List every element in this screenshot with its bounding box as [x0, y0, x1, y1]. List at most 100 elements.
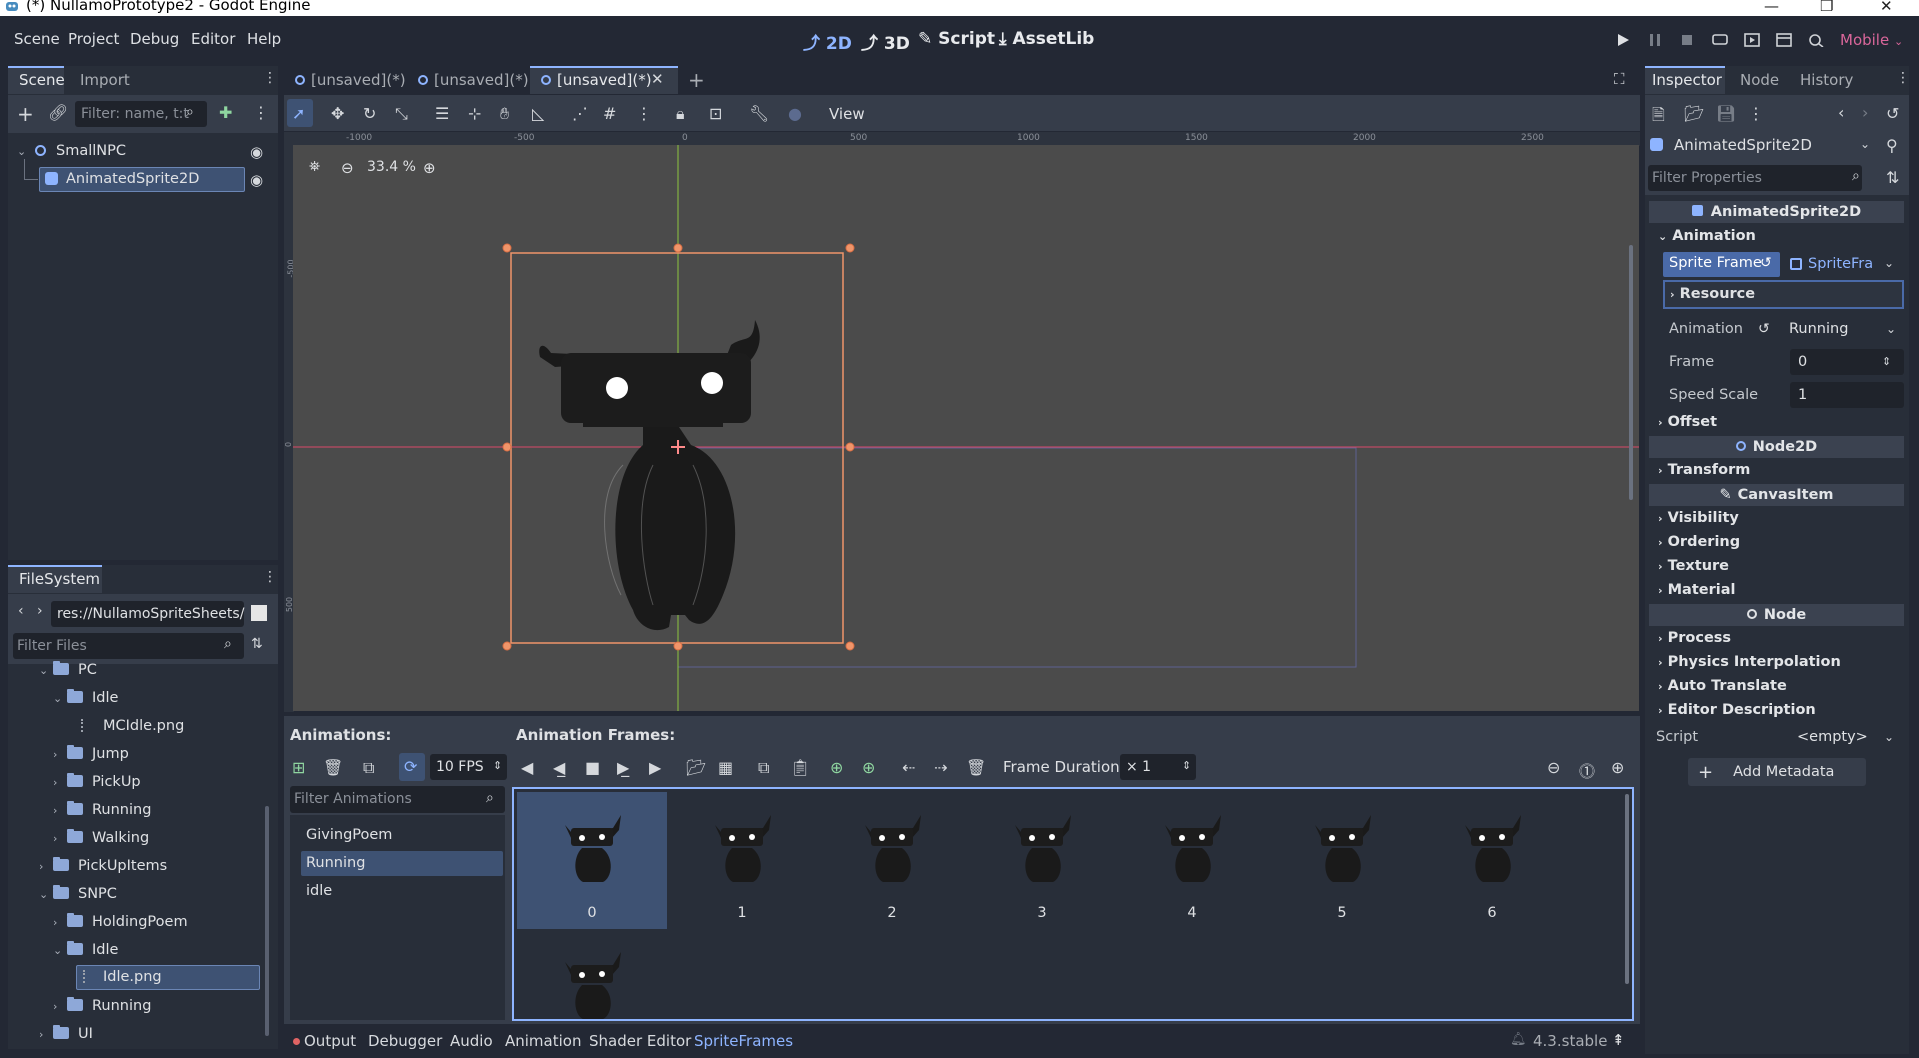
link-icon[interactable]: 🔗︎ [48, 103, 68, 122]
movie-maker-icon[interactable] [1808, 33, 1824, 47]
visibility-eye-icon[interactable]: ◉ [250, 171, 263, 189]
history-back-icon[interactable]: ‹ [1838, 103, 1844, 122]
collapse-arrow-icon[interactable]: ⌄ [39, 888, 53, 901]
play-scene-icon[interactable] [1744, 33, 1760, 47]
expand-arrow-icon[interactable]: › [53, 804, 67, 817]
stop-animation-icon[interactable]: ■ [585, 758, 600, 777]
menu-editor[interactable]: Editor [191, 30, 235, 48]
category-material[interactable]: › Material [1658, 582, 1735, 598]
view-menu[interactable]: View [829, 105, 865, 123]
scale-tool-icon[interactable]: ⤡ [395, 104, 408, 124]
spin-arrows-icon[interactable]: ⇕ [1182, 759, 1191, 772]
camera-override-icon[interactable]: ● [788, 104, 802, 123]
editor-tab-3[interactable]: [unsaved](*) [541, 71, 652, 89]
category-animation[interactable]: ⌄ Animation [1658, 228, 1756, 244]
pivot-tool-icon[interactable]: ⊹ [468, 104, 481, 123]
ruler-tool-icon[interactable]: ◺ [532, 104, 544, 123]
fs-folder-pc[interactable]: ⌄ PC [39, 661, 97, 678]
animation-value[interactable]: Running [1789, 321, 1848, 337]
add-metadata-button[interactable]: + Add Metadata [1688, 758, 1866, 786]
canvas-viewport[interactable]: ⛯ ⊖ 33.4 % ⊕ [293, 145, 1639, 711]
expand-bottom-panel-icon[interactable]: ⇞ [1612, 1031, 1625, 1049]
add-node-icon[interactable]: + [17, 102, 34, 126]
inspector-filter-input[interactable]: Filter Properties [1648, 165, 1862, 191]
collapse-arrow-icon[interactable]: ⌄ [39, 664, 53, 677]
fs-folder-holdingpoem[interactable]: › HoldingPoem [53, 913, 188, 930]
canvas-scene[interactable] [293, 145, 1639, 711]
fs-folder-jump[interactable]: › Jump [53, 745, 129, 762]
menu-scene[interactable]: Scene [14, 30, 60, 48]
dock-menu-icon[interactable]: ⋮ [263, 70, 277, 86]
animation-item-givingpoem[interactable]: GivingPoem [306, 827, 392, 843]
lock-icon[interactable]: 🔒︎ [676, 104, 685, 124]
close-tab-icon[interactable]: ✕ [651, 70, 664, 88]
renderer-select[interactable]: Mobile ⌄ [1840, 31, 1903, 49]
frame-cell-3[interactable]: 3 [967, 792, 1117, 929]
play-icon[interactable] [1616, 33, 1630, 47]
category-process[interactable]: › Process [1658, 630, 1731, 646]
chevron-down-icon[interactable]: ⌄ [1860, 137, 1870, 151]
tab-node[interactable]: Node [1740, 71, 1779, 89]
collapse-arrow-icon[interactable]: ⌄ [17, 145, 31, 158]
skeleton-icon[interactable]: 🔧︎ [749, 104, 769, 123]
animation-filter-input[interactable]: Filter Animations [290, 786, 505, 813]
forward-icon[interactable]: › [37, 603, 43, 619]
play-custom-scene-icon[interactable] [1776, 33, 1792, 47]
loop-icon[interactable]: ⟳ [404, 757, 417, 776]
fs-file-idle-png[interactable]: Idle.png [76, 965, 260, 990]
category-visibility[interactable]: › Visibility [1658, 510, 1739, 526]
delete-animation-icon[interactable]: 🗑︎ [323, 758, 343, 777]
add-animation-icon[interactable]: ⊞ [292, 758, 305, 777]
category-physics-interpolation[interactable]: › Physics Interpolation [1658, 654, 1841, 670]
dock-menu-icon[interactable]: ⋮ [263, 569, 277, 585]
select-tool-icon[interactable]: ➚ [292, 104, 305, 123]
category-ordering[interactable]: › Ordering [1658, 534, 1740, 550]
distraction-free-icon[interactable]: ⛶ [1614, 70, 1625, 88]
load-frame-icon[interactable]: 📂︎ [686, 758, 706, 777]
center-view-icon[interactable]: ⛯ [309, 159, 320, 175]
sprite-frames-value[interactable]: SpriteFra [1808, 256, 1873, 272]
chevron-down-icon[interactable]: ⌄ [1884, 730, 1894, 744]
frames-grid[interactable]: 0 1 2 3 4 5 6 [512, 787, 1634, 1021]
category-auto-translate[interactable]: › Auto Translate [1658, 678, 1787, 694]
frame-cell-6[interactable]: 6 [1417, 792, 1567, 929]
editor-tab-2[interactable]: [unsaved](*) [418, 71, 529, 89]
inspected-node-type[interactable]: AnimatedSprite2D [1674, 136, 1812, 154]
resource-expander[interactable]: › Resource [1670, 286, 1755, 302]
zoom-in-icon[interactable]: ⊕ [423, 159, 436, 177]
chevron-down-icon[interactable]: ⌄ [1884, 256, 1894, 270]
viewport-scrollbar[interactable] [1629, 245, 1633, 500]
snap-options-icon[interactable]: ⋮ [636, 104, 652, 123]
bottom-tab-animation[interactable]: Animation [505, 1032, 581, 1050]
attach-script-icon[interactable]: ✚ [219, 103, 232, 122]
tab-import[interactable]: Import [80, 71, 130, 89]
dock-menu-icon[interactable]: ⋮ [1896, 70, 1910, 86]
menu-debug[interactable]: Debug [130, 30, 179, 48]
zoom-in-frames-icon[interactable]: ⊕ [1611, 758, 1624, 777]
collapse-arrow-icon[interactable]: ⌄ [53, 692, 67, 705]
frame-cell-0[interactable]: 0 [517, 792, 667, 929]
node-doc-icon[interactable]: ⚲ [1886, 136, 1898, 155]
move-right-icon[interactable]: ⇢ [934, 758, 947, 777]
play-backwards-start-icon[interactable]: ◀ [521, 758, 533, 777]
rotate-tool-icon[interactable]: ↻ [363, 104, 376, 123]
fs-folder-running[interactable]: › Running [53, 801, 151, 818]
frame-cell-7[interactable] [517, 929, 667, 1019]
chevron-down-icon[interactable]: ⌄ [1886, 322, 1896, 336]
fs-folder-snpc-running[interactable]: › Running [53, 997, 151, 1014]
bottom-tab-spriteframes[interactable]: SpriteFrames [694, 1032, 793, 1050]
filesystem-path-input[interactable]: res://NullamoSpriteSheets/ [51, 601, 244, 627]
expand-arrow-icon[interactable]: › [53, 1000, 67, 1013]
save-resource-icon[interactable]: 💾︎ [1716, 104, 1736, 123]
tab-inspector[interactable]: Inspector [1652, 71, 1722, 89]
tree-node-smallnpc[interactable]: ⌄ SmallNPC [17, 143, 126, 159]
category-texture[interactable]: › Texture [1658, 558, 1729, 574]
filesystem-scrollbar[interactable] [265, 806, 269, 1036]
duplicate-animation-icon[interactable]: ⧉ [363, 758, 374, 778]
animation-item-idle[interactable]: idle [306, 883, 332, 899]
zoom-out-icon[interactable]: ⊖ [341, 159, 354, 177]
move-left-icon[interactable]: ⇠ [902, 758, 915, 777]
open-resource-icon[interactable]: 📂︎ [1684, 104, 1704, 123]
zoom-level[interactable]: 33.4 % [367, 159, 416, 175]
bottom-tab-debugger[interactable]: Debugger [368, 1032, 442, 1050]
